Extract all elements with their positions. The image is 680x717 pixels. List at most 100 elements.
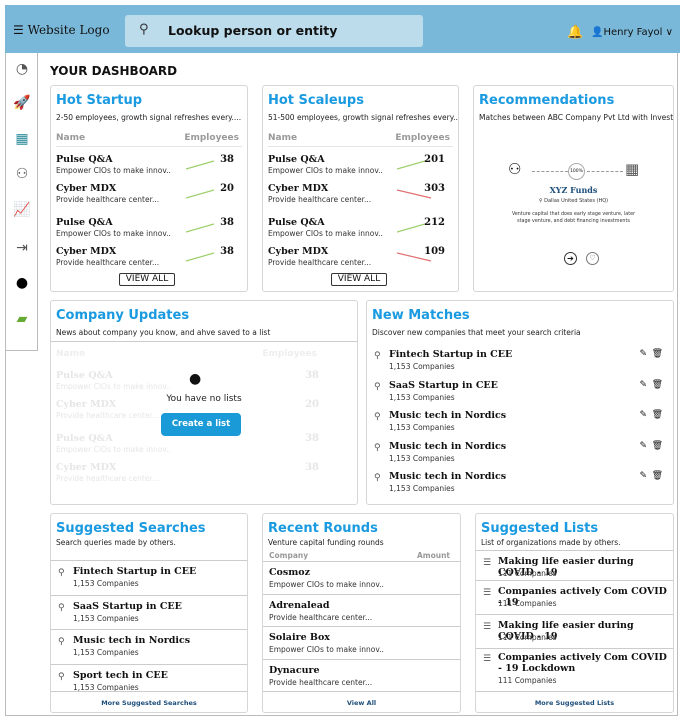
trash-icon[interactable]: 🗑 — [652, 349, 663, 359]
user-menu[interactable]: 👤Henry Fayol ∨ — [591, 27, 673, 38]
location: ⚲ Dallas United States (HQ) — [474, 198, 673, 204]
connector — [587, 171, 623, 172]
col-employees: Employees — [262, 349, 317, 359]
sparkline-line — [185, 189, 215, 199]
menu-icon[interactable]: ☰ — [13, 23, 24, 37]
arrow-right-icon[interactable]: ➔ — [564, 252, 577, 265]
notification-bell-icon[interactable]: 🔔 — [567, 25, 583, 40]
divider — [51, 691, 247, 692]
sparkline — [396, 185, 432, 199]
logo[interactable]: ☰ Website Logo — [13, 23, 110, 37]
sparkline — [396, 156, 426, 170]
table-row[interactable]: Pulse Q&A Empower CIOs to make innov.. 38 — [56, 217, 242, 238]
card-title: Suggested Searches — [56, 521, 206, 536]
edit-icon[interactable]: ✎ — [639, 410, 647, 420]
building-icon[interactable]: ▦ — [12, 131, 32, 147]
list-item[interactable]: ⚲ Music tech in Nordics 1,153 Companies — [51, 629, 247, 665]
match-item[interactable]: ⚲ Fintech Startup in CEE 1,153 Companies ✎ 🗑 — [367, 349, 673, 375]
speedometer-icon[interactable]: ◔ — [12, 61, 32, 77]
edit-icon[interactable]: ✎ — [639, 380, 647, 390]
logout-icon[interactable]: ⇥ — [12, 240, 32, 256]
map-icon[interactable]: ▰ — [12, 311, 32, 327]
sparkline-line — [185, 223, 215, 233]
chevron-down-icon: ∨ — [665, 27, 673, 38]
search-input[interactable]: ⚲ Lookup person or entity — [125, 15, 423, 47]
match-item[interactable]: ⚲ Music tech in Nordics 1,153 Companies ✎ 🗑 — [367, 471, 673, 497]
trash-icon[interactable]: 🗑 — [652, 380, 663, 390]
match-item[interactable]: ⚲ Music tech in Nordics 1,153 Companies ✎ 🗑 — [367, 410, 673, 436]
sparkline — [185, 185, 215, 199]
divider — [476, 648, 673, 649]
table-row[interactable]: Cyber MDX Provide healthcare center... 38 — [56, 246, 242, 267]
heart-icon[interactable]: ♡ — [586, 252, 599, 265]
match-count: 1,153 Companies — [389, 362, 455, 371]
table-row[interactable]: Cyber MDX Provide healthcare center... 303 — [268, 183, 453, 204]
row-value: 38 — [220, 154, 234, 165]
list-item[interactable]: ⚲ SaaS Startup in CEE 1,153 Companies — [51, 595, 247, 631]
user-name: Henry Fayol — [603, 27, 663, 38]
recommendations-card: Recommendations Matches between ABC Comp… — [473, 85, 674, 292]
divider — [51, 629, 247, 630]
sparkline — [185, 156, 215, 170]
divider — [476, 691, 673, 692]
item-sub: 1,153 Companies — [73, 614, 139, 623]
row-name: Cyber MDX — [56, 246, 117, 257]
list-item[interactable]: ⚲ Sport tech in CEE 1,153 Companies — [51, 664, 247, 700]
table-row: Cyber MDX Provide healthcare center... 38 — [56, 462, 327, 483]
divider — [263, 594, 460, 595]
edit-icon[interactable]: ✎ — [639, 471, 647, 481]
edit-icon[interactable]: ✎ — [639, 349, 647, 359]
col-company: Company — [269, 551, 309, 560]
list-item[interactable]: ☰ Companies actively Com COVID - 19 Lockd… — [476, 648, 673, 685]
investors-icon[interactable]: ⚇ — [12, 166, 32, 182]
sparkline — [396, 219, 426, 233]
item-sub: Provide healthcare center... — [269, 613, 373, 622]
user-icon[interactable]: ● — [12, 275, 32, 291]
col-name: Name — [56, 133, 86, 143]
table-row[interactable]: Pulse Q&A Empower CIOs to make innov.. 212 — [268, 217, 453, 238]
trash-icon[interactable]: 🗑 — [652, 471, 663, 481]
list-item[interactable]: Solaire Box Empower CIOs to make innov.. — [263, 626, 460, 662]
footer-link[interactable]: More Suggested Searches — [51, 699, 247, 707]
match-item[interactable]: ⚲ Music tech in Nordics 1,153 Companies ✎ 🗑 — [367, 441, 673, 467]
table-row[interactable]: Pulse Q&A Empower CIOs to make innov.. 201 — [268, 154, 453, 175]
table-row[interactable]: Cyber MDX Provide healthcare center... 20 — [56, 183, 242, 204]
row-value: 201 — [424, 154, 445, 165]
row-value: 38 — [220, 246, 234, 257]
match-item[interactable]: ⚲ SaaS Startup in CEE 1,153 Companies ✎ 🗑 — [367, 380, 673, 406]
row-desc: Empower CIOs to make innov.. — [56, 229, 171, 238]
view-all-button[interactable]: VIEW ALL — [331, 273, 387, 286]
list-item[interactable]: ☰ Making life easier during COVID - 19 111… — [476, 614, 673, 650]
match-count: 1,153 Companies — [389, 484, 455, 493]
table-row[interactable]: Pulse Q&A Empower CIOs to make innov.. 38 — [56, 154, 242, 175]
list-item[interactable]: ☰ Companies actively Com COVID - 19 111 Co… — [476, 580, 673, 616]
sparkline-line — [185, 252, 215, 262]
match-name: Fintech Startup in CEE — [389, 349, 513, 360]
growth-icon[interactable]: 📈 — [12, 202, 32, 218]
footer-link[interactable]: More Suggested Lists — [476, 699, 673, 707]
investors-icon: ⚇ — [508, 160, 522, 178]
list-item[interactable]: Cosmoz Empower CIOs to make innov.. — [263, 561, 460, 597]
list-icon: ☰ — [483, 558, 492, 568]
list-item[interactable]: ☰ Making life easier during COVID - 19 111… — [476, 550, 673, 586]
item-name: Music tech in Nordics — [73, 635, 191, 646]
trash-icon[interactable]: 🗑 — [652, 441, 663, 451]
fund-name[interactable]: XYZ Funds — [474, 185, 673, 195]
row-name: Cyber MDX — [56, 399, 117, 410]
edit-icon[interactable]: ✎ — [639, 441, 647, 451]
row-desc: Empower CIOs to make innov.. — [268, 166, 383, 175]
rocket-icon[interactable]: 🚀 — [12, 95, 32, 111]
list-icon: ☰ — [483, 622, 492, 632]
view-all-button[interactable]: VIEW ALL — [119, 273, 175, 286]
list-item[interactable]: ⚲ Fintech Startup in CEE 1,153 Companies — [51, 560, 247, 596]
item-sub: 111 Companies — [498, 599, 557, 608]
trash-icon[interactable]: 🗑 — [652, 410, 663, 420]
table-row[interactable]: Cyber MDX Provide healthcare center... 109 — [268, 246, 453, 267]
search-placeholder: Lookup person or entity — [168, 23, 338, 38]
item-name: Companies actively Com COVID - 19 Lockdo… — [498, 652, 667, 674]
row-desc: Provide healthcare center... — [56, 195, 160, 204]
divider — [51, 595, 247, 596]
suggested-searches-card: Suggested Searches Search queries made by… — [50, 513, 248, 713]
search-icon: ⚲ — [374, 473, 381, 483]
footer-link[interactable]: View All — [263, 699, 460, 707]
